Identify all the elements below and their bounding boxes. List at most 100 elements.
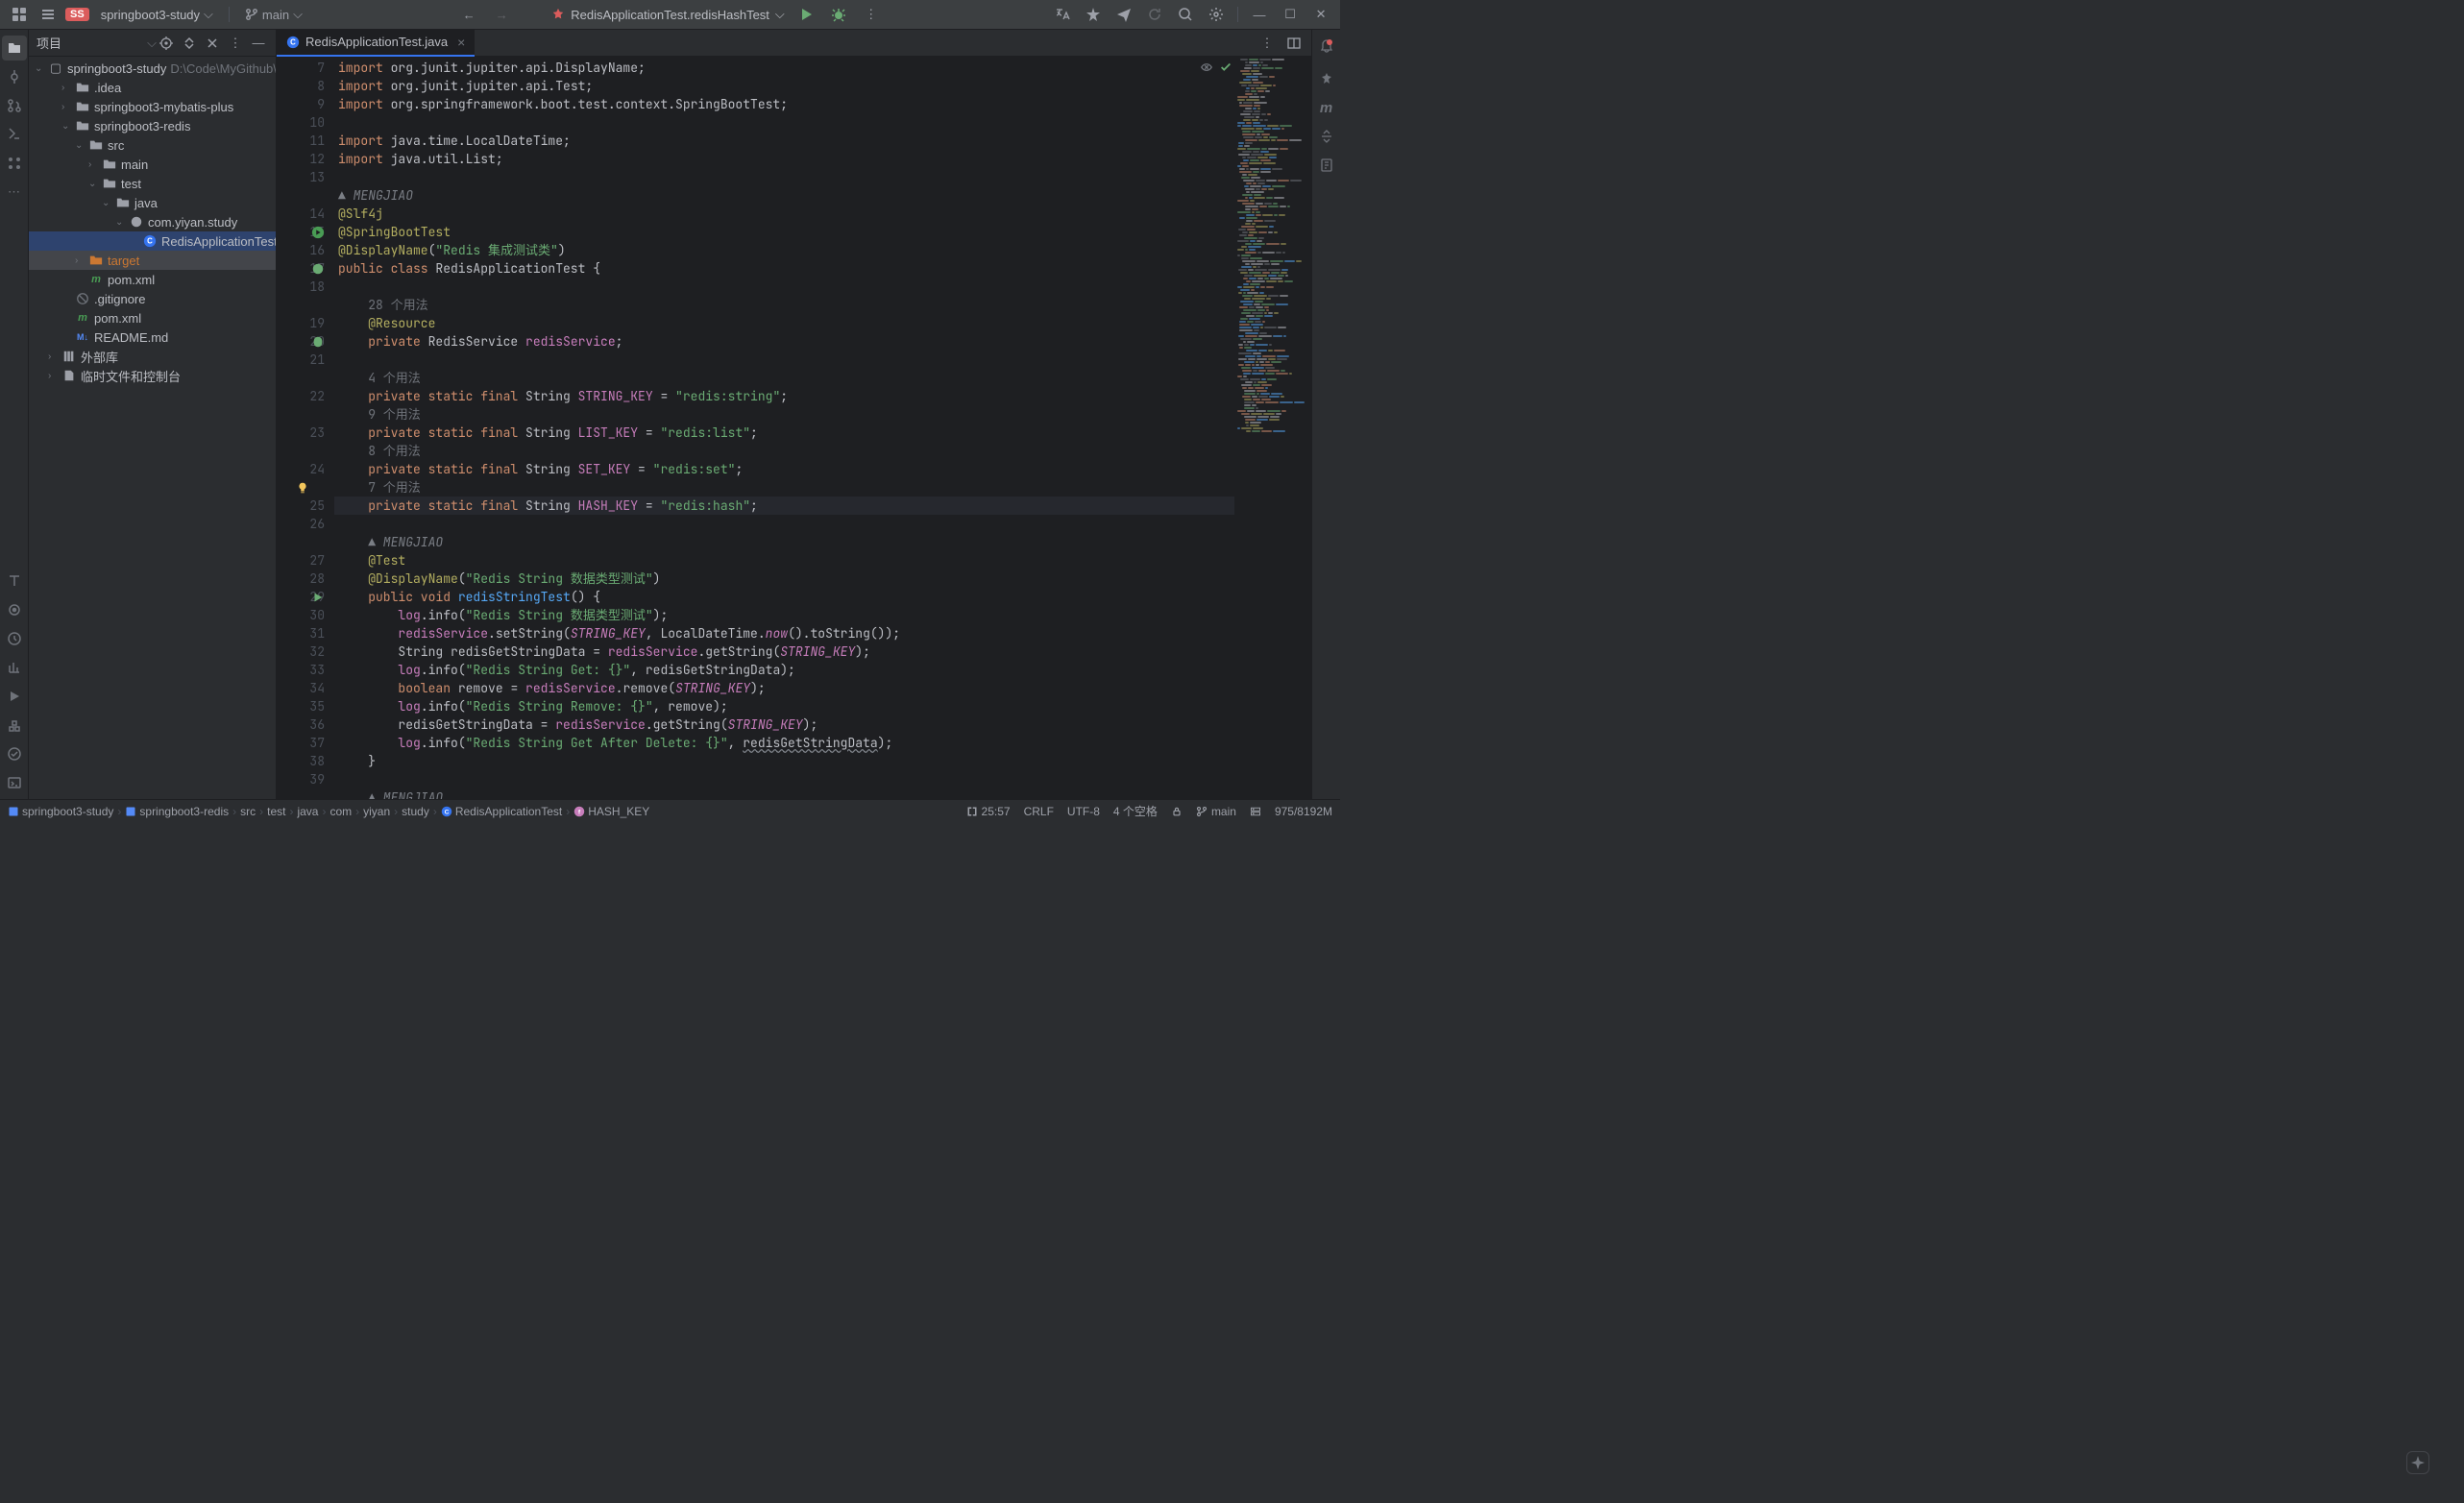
- status-linecol[interactable]: 25:57: [966, 805, 1011, 818]
- minimap[interactable]: [1234, 57, 1311, 799]
- clock-tool-icon[interactable]: [2, 626, 27, 651]
- project-selector[interactable]: springboot3-study ⌵: [95, 5, 219, 24]
- svg-text:C: C: [147, 237, 153, 246]
- services-tool-icon[interactable]: [2, 597, 27, 622]
- status-readonly-icon[interactable]: [1171, 806, 1183, 817]
- tree-item[interactable]: ›临时文件和控制台: [29, 366, 276, 385]
- tab-menu-icon[interactable]: ⋮: [1256, 32, 1279, 55]
- branch-selector[interactable]: main ⌵: [239, 5, 308, 24]
- breadcrumb-item[interactable]: yiyan: [363, 805, 390, 818]
- commit-tool-icon[interactable]: [2, 64, 27, 89]
- editor-content[interactable]: 7891011121314151617181920212223242526272…: [277, 57, 1311, 799]
- tree-item[interactable]: ›.idea: [29, 78, 276, 97]
- tree-item[interactable]: ⌄java: [29, 193, 276, 212]
- inspection-status[interactable]: [1200, 61, 1232, 74]
- maven-tool-icon[interactable]: m: [1314, 95, 1339, 120]
- breadcrumb-item[interactable]: springboot3-study: [8, 805, 113, 818]
- cursor-pos-icon: [966, 806, 978, 817]
- maximize-window-icon[interactable]: ☐: [1279, 3, 1302, 26]
- status-branch[interactable]: main: [1196, 805, 1236, 818]
- database-tool-icon[interactable]: [1314, 124, 1339, 149]
- tree-item[interactable]: ⌄src: [29, 135, 276, 155]
- tree-item[interactable]: ⌄springboot3-redis: [29, 116, 276, 135]
- breadcrumb-item[interactable]: fHASH_KEY: [573, 805, 649, 818]
- run-tool-icon[interactable]: [2, 684, 27, 709]
- tab-split-icon[interactable]: [1282, 32, 1305, 55]
- breadcrumb[interactable]: springboot3-study›springboot3-redis›src›…: [8, 805, 966, 818]
- editor-tabs: C RedisApplicationTest.java × ⋮: [277, 30, 1311, 57]
- run-icon[interactable]: [794, 3, 817, 26]
- nav-back-icon[interactable]: ←: [457, 3, 480, 26]
- tree-item[interactable]: ›main: [29, 155, 276, 174]
- notifications-icon[interactable]: [1314, 37, 1339, 62]
- breadcrumb-item[interactable]: java: [297, 805, 318, 818]
- close-window-icon[interactable]: ✕: [1309, 3, 1332, 26]
- minimize-window-icon[interactable]: —: [1248, 3, 1271, 26]
- plane-icon[interactable]: [1112, 3, 1135, 26]
- structure-tool-icon[interactable]: [2, 122, 27, 147]
- breadcrumb-item[interactable]: com: [329, 805, 352, 818]
- breadcrumb-item[interactable]: src: [240, 805, 256, 818]
- more-tool-icon[interactable]: ⋯: [2, 180, 27, 205]
- status-indent[interactable]: 4 个空格: [1113, 803, 1158, 819]
- tab-close-icon[interactable]: ×: [457, 35, 465, 50]
- panel-hide-icon[interactable]: —: [249, 34, 268, 53]
- code-area[interactable]: import org.junit.jupiter.api.DisplayName…: [334, 57, 1311, 799]
- tree-item[interactable]: ⌄test: [29, 174, 276, 193]
- profiler-tool-icon[interactable]: [2, 655, 27, 680]
- pull-request-tool-icon[interactable]: [2, 93, 27, 118]
- status-encoding[interactable]: UTF-8: [1067, 805, 1100, 818]
- project-badge: SS: [65, 8, 89, 21]
- panel-menu-icon[interactable]: ⋮: [226, 34, 245, 53]
- breadcrumb-item[interactable]: test: [267, 805, 285, 818]
- status-memory[interactable]: 975/8192M: [1275, 805, 1332, 818]
- tree-item[interactable]: mpom.xml: [29, 308, 276, 327]
- bookmarks-tool-icon[interactable]: [2, 151, 27, 176]
- tree-item[interactable]: ›springboot3-mybatis-plus: [29, 97, 276, 116]
- tool-t-icon[interactable]: [2, 569, 27, 594]
- ai-tool-icon[interactable]: [1314, 66, 1339, 91]
- tree-item[interactable]: mpom.xml: [29, 270, 276, 289]
- status-servers-icon[interactable]: [1250, 806, 1261, 817]
- tree-item[interactable]: .gitignore: [29, 289, 276, 308]
- collapse-all-icon[interactable]: [203, 34, 222, 53]
- notification-dot: [1327, 39, 1332, 45]
- settings-icon[interactable]: [1205, 3, 1228, 26]
- run-configuration[interactable]: RedisApplicationTest.redisHashTest ⌵: [551, 7, 785, 22]
- tree-item[interactable]: CRedisApplicationTest: [29, 231, 276, 251]
- tree-item[interactable]: ⌄com.yiyan.study: [29, 212, 276, 231]
- project-tree[interactable]: ⌄▢springboot3-studyD:\Code\MyGithub\spri…: [29, 57, 276, 799]
- tree-item[interactable]: M↓README.md: [29, 327, 276, 347]
- status-linesep[interactable]: CRLF: [1024, 805, 1054, 818]
- breadcrumb-item[interactable]: springboot3-redis: [125, 805, 229, 818]
- hamburger-menu-icon[interactable]: [37, 3, 60, 26]
- floating-hint-icon[interactable]: [2406, 1451, 2429, 1474]
- chevron-down-icon[interactable]: ⌵: [147, 36, 157, 51]
- tree-item[interactable]: ›target: [29, 251, 276, 270]
- chevron-down-icon: ⌵: [293, 7, 303, 22]
- endpoints-tool-icon[interactable]: [1314, 153, 1339, 178]
- search-icon[interactable]: [1174, 3, 1197, 26]
- tab-filename: RedisApplicationTest.java: [305, 35, 448, 49]
- gutter[interactable]: 7891011121314151617181920212223242526272…: [277, 57, 334, 799]
- tree-root[interactable]: ⌄▢springboot3-studyD:\Code\MyGithub\spri…: [29, 59, 276, 78]
- app-menu-icon[interactable]: [8, 3, 31, 26]
- nav-forward-icon[interactable]: →: [490, 3, 513, 26]
- code-with-me-icon[interactable]: [1082, 3, 1105, 26]
- expand-all-icon[interactable]: [180, 34, 199, 53]
- more-actions-icon[interactable]: ⋮: [860, 3, 883, 26]
- panel-title: 项目: [37, 34, 143, 52]
- terminal-tool-icon[interactable]: [2, 770, 27, 795]
- debug-icon[interactable]: [827, 3, 850, 26]
- chevron-down-icon: ⌵: [204, 7, 213, 22]
- editor-tab-active[interactable]: C RedisApplicationTest.java ×: [277, 30, 475, 57]
- problems-tool-icon[interactable]: [2, 741, 27, 766]
- tree-item[interactable]: ›外部库: [29, 347, 276, 366]
- project-tool-icon[interactable]: [2, 36, 27, 61]
- locate-icon[interactable]: [157, 34, 176, 53]
- breadcrumb-item[interactable]: CRedisApplicationTest: [441, 805, 562, 818]
- translate-icon[interactable]: [1051, 3, 1074, 26]
- build-tool-icon[interactable]: [2, 713, 27, 738]
- breadcrumb-item[interactable]: study: [402, 805, 429, 818]
- reload-icon[interactable]: [1143, 3, 1166, 26]
